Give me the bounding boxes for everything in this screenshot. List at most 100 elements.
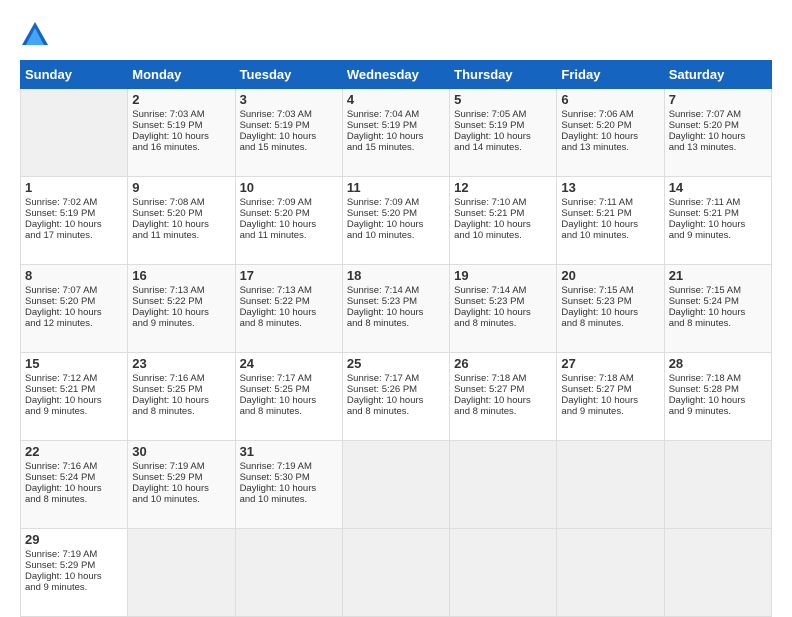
daylight-text: Daylight: 10 hoursand 9 minutes. <box>25 571 102 593</box>
sunrise-text: Sunrise: 7:16 AM <box>25 461 97 472</box>
calendar-day-cell <box>128 529 235 617</box>
daylight-text: Daylight: 10 hoursand 17 minutes. <box>25 219 102 241</box>
calendar-day-cell: 30 Sunrise: 7:19 AM Sunset: 5:29 PM Dayl… <box>128 441 235 529</box>
calendar-day-cell: 4 Sunrise: 7:04 AM Sunset: 5:19 PM Dayli… <box>342 89 449 177</box>
sunrise-text: Sunrise: 7:03 AM <box>132 109 204 120</box>
sunset-text: Sunset: 5:24 PM <box>25 472 95 483</box>
day-number: 26 <box>454 356 552 371</box>
calendar-header-tuesday: Tuesday <box>235 61 342 89</box>
calendar-day-cell: 22 Sunrise: 7:16 AM Sunset: 5:24 PM Dayl… <box>21 441 128 529</box>
daylight-text: Daylight: 10 hoursand 8 minutes. <box>347 307 424 329</box>
sunset-text: Sunset: 5:20 PM <box>132 208 202 219</box>
day-number: 23 <box>132 356 230 371</box>
sunrise-text: Sunrise: 7:19 AM <box>132 461 204 472</box>
daylight-text: Daylight: 10 hoursand 12 minutes. <box>25 307 102 329</box>
sunrise-text: Sunrise: 7:05 AM <box>454 109 526 120</box>
sunset-text: Sunset: 5:23 PM <box>454 296 524 307</box>
calendar-day-cell <box>557 441 664 529</box>
calendar-week-row: 15 Sunrise: 7:12 AM Sunset: 5:21 PM Dayl… <box>21 353 772 441</box>
day-number: 25 <box>347 356 445 371</box>
sunset-text: Sunset: 5:19 PM <box>347 120 417 131</box>
day-number: 27 <box>561 356 659 371</box>
daylight-text: Daylight: 10 hoursand 8 minutes. <box>454 395 531 417</box>
calendar-day-cell <box>21 89 128 177</box>
day-number: 11 <box>347 180 445 195</box>
daylight-text: Daylight: 10 hoursand 9 minutes. <box>25 395 102 417</box>
sunrise-text: Sunrise: 7:14 AM <box>347 285 419 296</box>
calendar-day-cell: 25 Sunrise: 7:17 AM Sunset: 5:26 PM Dayl… <box>342 353 449 441</box>
calendar-day-cell: 15 Sunrise: 7:12 AM Sunset: 5:21 PM Dayl… <box>21 353 128 441</box>
calendar-day-cell <box>450 529 557 617</box>
calendar-week-row: 1 Sunrise: 7:02 AM Sunset: 5:19 PM Dayli… <box>21 177 772 265</box>
sunset-text: Sunset: 5:24 PM <box>669 296 739 307</box>
day-number: 20 <box>561 268 659 283</box>
sunrise-text: Sunrise: 7:12 AM <box>25 373 97 384</box>
sunset-text: Sunset: 5:28 PM <box>669 384 739 395</box>
day-number: 1 <box>25 180 123 195</box>
sunrise-text: Sunrise: 7:09 AM <box>347 197 419 208</box>
calendar-day-cell: 18 Sunrise: 7:14 AM Sunset: 5:23 PM Dayl… <box>342 265 449 353</box>
sunrise-text: Sunrise: 7:15 AM <box>669 285 741 296</box>
daylight-text: Daylight: 10 hoursand 8 minutes. <box>132 395 209 417</box>
calendar-week-row: 8 Sunrise: 7:07 AM Sunset: 5:20 PM Dayli… <box>21 265 772 353</box>
day-number: 12 <box>454 180 552 195</box>
calendar-day-cell: 26 Sunrise: 7:18 AM Sunset: 5:27 PM Dayl… <box>450 353 557 441</box>
day-number: 21 <box>669 268 767 283</box>
daylight-text: Daylight: 10 hoursand 11 minutes. <box>240 219 317 241</box>
calendar-day-cell: 29 Sunrise: 7:19 AM Sunset: 5:29 PM Dayl… <box>21 529 128 617</box>
sunrise-text: Sunrise: 7:18 AM <box>669 373 741 384</box>
sunrise-text: Sunrise: 7:07 AM <box>669 109 741 120</box>
calendar-header-saturday: Saturday <box>664 61 771 89</box>
daylight-text: Daylight: 10 hoursand 8 minutes. <box>669 307 746 329</box>
daylight-text: Daylight: 10 hoursand 9 minutes. <box>669 219 746 241</box>
sunset-text: Sunset: 5:20 PM <box>669 120 739 131</box>
daylight-text: Daylight: 10 hoursand 9 minutes. <box>669 395 746 417</box>
day-number: 29 <box>25 532 123 547</box>
sunset-text: Sunset: 5:22 PM <box>240 296 310 307</box>
daylight-text: Daylight: 10 hoursand 13 minutes. <box>669 131 746 153</box>
daylight-text: Daylight: 10 hoursand 10 minutes. <box>347 219 424 241</box>
calendar-day-cell <box>342 441 449 529</box>
daylight-text: Daylight: 10 hoursand 11 minutes. <box>132 219 209 241</box>
sunset-text: Sunset: 5:21 PM <box>25 384 95 395</box>
calendar-day-cell: 13 Sunrise: 7:11 AM Sunset: 5:21 PM Dayl… <box>557 177 664 265</box>
calendar-day-cell: 7 Sunrise: 7:07 AM Sunset: 5:20 PM Dayli… <box>664 89 771 177</box>
logo <box>20 20 54 50</box>
calendar-day-cell: 10 Sunrise: 7:09 AM Sunset: 5:20 PM Dayl… <box>235 177 342 265</box>
calendar-week-row: 22 Sunrise: 7:16 AM Sunset: 5:24 PM Dayl… <box>21 441 772 529</box>
sunrise-text: Sunrise: 7:18 AM <box>454 373 526 384</box>
calendar-day-cell: 28 Sunrise: 7:18 AM Sunset: 5:28 PM Dayl… <box>664 353 771 441</box>
sunrise-text: Sunrise: 7:11 AM <box>669 197 741 208</box>
calendar-day-cell: 23 Sunrise: 7:16 AM Sunset: 5:25 PM Dayl… <box>128 353 235 441</box>
day-number: 9 <box>132 180 230 195</box>
sunrise-text: Sunrise: 7:13 AM <box>240 285 312 296</box>
day-number: 15 <box>25 356 123 371</box>
calendar-header-wednesday: Wednesday <box>342 61 449 89</box>
day-number: 24 <box>240 356 338 371</box>
day-number: 4 <box>347 92 445 107</box>
calendar-day-cell: 8 Sunrise: 7:07 AM Sunset: 5:20 PM Dayli… <box>21 265 128 353</box>
sunset-text: Sunset: 5:25 PM <box>132 384 202 395</box>
calendar-day-cell <box>342 529 449 617</box>
daylight-text: Daylight: 10 hoursand 8 minutes. <box>25 483 102 505</box>
calendar-day-cell <box>557 529 664 617</box>
day-number: 14 <box>669 180 767 195</box>
sunrise-text: Sunrise: 7:03 AM <box>240 109 312 120</box>
calendar-header-friday: Friday <box>557 61 664 89</box>
sunset-text: Sunset: 5:20 PM <box>347 208 417 219</box>
sunrise-text: Sunrise: 7:10 AM <box>454 197 526 208</box>
calendar-header-monday: Monday <box>128 61 235 89</box>
calendar-day-cell: 1 Sunrise: 7:02 AM Sunset: 5:19 PM Dayli… <box>21 177 128 265</box>
calendar-day-cell: 17 Sunrise: 7:13 AM Sunset: 5:22 PM Dayl… <box>235 265 342 353</box>
calendar-day-cell: 21 Sunrise: 7:15 AM Sunset: 5:24 PM Dayl… <box>664 265 771 353</box>
calendar-day-cell: 20 Sunrise: 7:15 AM Sunset: 5:23 PM Dayl… <box>557 265 664 353</box>
sunset-text: Sunset: 5:22 PM <box>132 296 202 307</box>
daylight-text: Daylight: 10 hoursand 10 minutes. <box>240 483 317 505</box>
day-number: 2 <box>132 92 230 107</box>
calendar-day-cell: 24 Sunrise: 7:17 AM Sunset: 5:25 PM Dayl… <box>235 353 342 441</box>
sunset-text: Sunset: 5:29 PM <box>25 560 95 571</box>
sunset-text: Sunset: 5:29 PM <box>132 472 202 483</box>
calendar-day-cell <box>664 529 771 617</box>
day-number: 5 <box>454 92 552 107</box>
calendar-day-cell <box>664 441 771 529</box>
